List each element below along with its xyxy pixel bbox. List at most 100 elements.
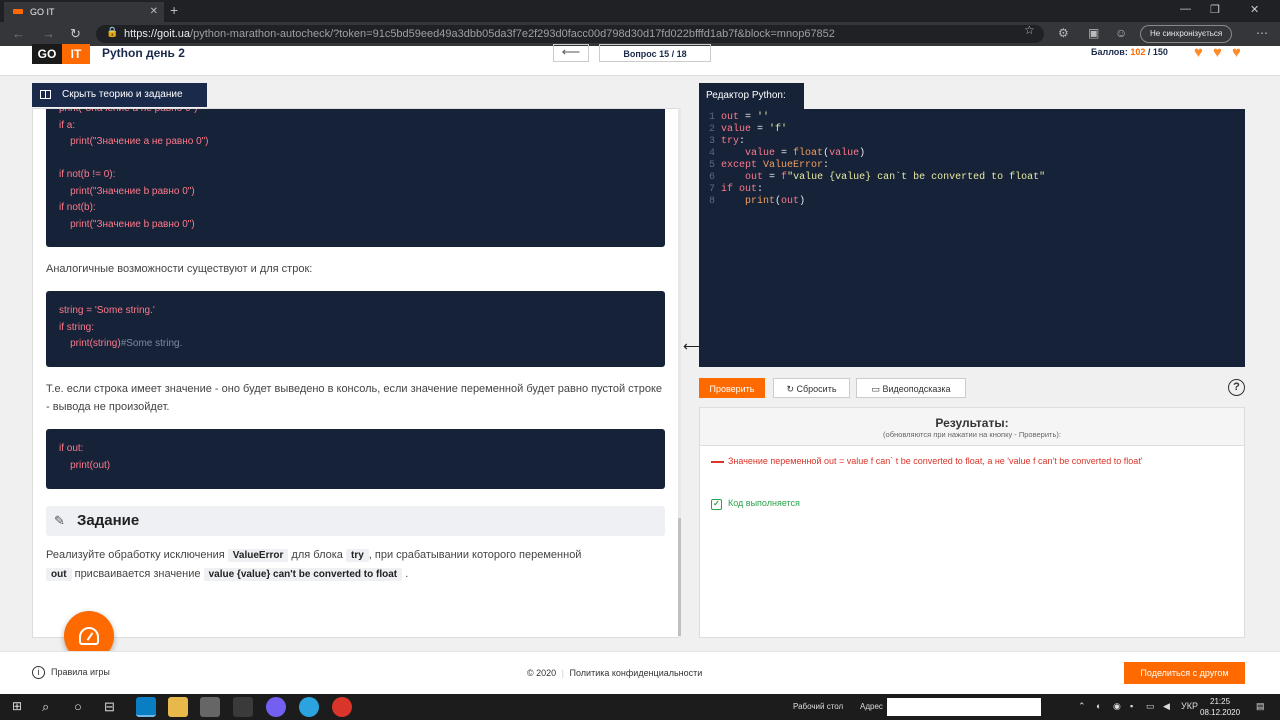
url-bar[interactable]: 🔒 https://goit.ua/python-marathon-autoch… [96, 25, 1044, 43]
score-current: 102 [1130, 47, 1146, 57]
tray-icon[interactable]: ◐ [1096, 701, 1101, 711]
browser-toolbar: ← → ↻ 🔒 https://goit.ua/python-marathon-… [0, 22, 1280, 46]
system-clock[interactable]: 21:25 08.12.2020 [1200, 696, 1240, 718]
lock-icon: 🔒 [106, 27, 119, 38]
network-icon[interactable]: ▭ [1146, 701, 1155, 712]
browser-tab[interactable]: GO IT ✕ [4, 2, 164, 22]
line-number: 1 [709, 112, 716, 123]
code-line: if not(b): [59, 202, 96, 213]
code-editor[interactable]: 1 out = '' 2 value = 'f' 3 try: 4 value = f… [699, 109, 1245, 367]
extension-icon[interactable]: ⚙ [1058, 26, 1069, 40]
video-hint-button[interactable]: ▭ Видеоподсказка [856, 378, 966, 398]
hide-theory-button[interactable]: Скрыть теорию и задание [32, 83, 207, 107]
desktop-toolbar-label: Рабочий стол [793, 702, 844, 711]
bookmark-star-icon[interactable]: ☆ [1024, 23, 1035, 37]
line-number: 3 [709, 136, 716, 147]
address-toolbar-input[interactable] [887, 698, 1041, 716]
question-counter: Вопрос 15 / 18 [599, 44, 711, 62]
chrome-app-icon[interactable] [332, 697, 352, 717]
address-toolbar-label: Адрес [860, 702, 883, 711]
volume-icon[interactable]: ◀ [1163, 701, 1170, 712]
close-tab-icon[interactable]: ✕ [150, 6, 158, 17]
code-line: if out: [59, 443, 84, 454]
url-path: /python-marathon-autocheck/?token=91c5bd… [190, 28, 835, 40]
close-window-icon[interactable]: ✕ [1250, 3, 1259, 16]
reload-icon[interactable]: ↻ [70, 26, 81, 42]
sync-status-button[interactable]: Не синхронізується [1140, 25, 1232, 43]
share-button[interactable]: Поделиться с другом [1124, 662, 1245, 684]
video-icon: ▭ [871, 384, 883, 394]
line-number: 4 [709, 148, 716, 159]
tray-icon[interactable]: ◉ [1113, 701, 1121, 712]
code-block: print("Значение а не равно 0") if a: pri… [46, 109, 665, 247]
line-number: 7 [709, 184, 716, 195]
task-text: присваивается значение [74, 568, 201, 580]
hide-theory-label: Скрыть теорию и задание [62, 89, 183, 100]
score-total: / 150 [1147, 47, 1168, 57]
taskview-grid-icon[interactable]: ⊟ [104, 699, 115, 715]
inline-code: value {value} can't be converted to floa… [203, 568, 403, 581]
reset-label: Сбросить [796, 384, 837, 394]
minimize-icon[interactable]: — [1180, 3, 1191, 15]
edge-app-icon[interactable] [136, 697, 156, 717]
game-rules-link[interactable]: i Правила игры [32, 666, 110, 679]
reset-icon: ↻ [786, 384, 797, 394]
explorer-app-icon[interactable] [168, 697, 188, 717]
site-header: GO IT Python день 2 ⟵ Вопрос 15 / 18 Бал… [0, 44, 1280, 76]
privacy-link[interactable]: Политика конфиденциальности [570, 668, 703, 678]
viber-app-icon[interactable] [266, 697, 286, 717]
help-icon[interactable]: ? [1228, 379, 1245, 396]
back-nav-icon[interactable]: ← [12, 26, 25, 41]
tray-icon[interactable]: ▪ [1130, 701, 1133, 711]
url-domain: https://goit.ua [124, 28, 191, 40]
footer-legal: © 2020 | Политика конфиденциальности [527, 668, 703, 678]
telegram-app-icon[interactable] [299, 697, 319, 717]
reset-button[interactable]: ↻ Сбросить [773, 378, 850, 398]
code-line: print(string) [59, 338, 121, 349]
task-text: Реализуйте обработку исключения [46, 549, 225, 561]
heart-icon: ♥ [1213, 44, 1222, 61]
task-view-icon[interactable]: ○ [74, 699, 82, 714]
code-line: if not(b != 0): [59, 169, 116, 180]
code-line: if string: [59, 321, 95, 333]
chevron-up-icon[interactable]: ⌃ [1078, 701, 1086, 712]
forward-nav-icon[interactable]: → [42, 26, 55, 41]
copyright: © 2020 [527, 668, 557, 678]
line-number: 6 [709, 172, 716, 183]
prev-question-button[interactable]: ⟵ [553, 44, 589, 62]
code-comment: #Some string. [120, 338, 183, 349]
language-indicator[interactable]: УКР [1181, 701, 1198, 711]
theory-panel[interactable]: print("Значение а не равно 0") if a: pri… [32, 108, 681, 638]
speedometer-icon [79, 627, 99, 645]
task-text: , при срабатывании которого переменной [368, 549, 582, 561]
site-footer: i Правила игры © 2020 | Политика конфиден… [0, 651, 1280, 694]
logo-it: IT [62, 44, 90, 64]
task-text: . [405, 568, 409, 580]
code-block: if out: print(out) [46, 429, 665, 489]
check-button[interactable]: Проверить [699, 378, 765, 398]
new-tab-icon[interactable]: + [170, 2, 178, 18]
inline-code: try [345, 549, 369, 562]
scrollbar-thumb[interactable] [678, 518, 681, 636]
profile-icon[interactable]: ☺ [1115, 26, 1127, 40]
notifications-icon[interactable]: ▤ [1256, 701, 1265, 712]
restore-icon[interactable]: ❐ [1210, 3, 1220, 16]
onedrive-app-icon[interactable] [233, 697, 253, 717]
menu-dots-icon[interactable]: ⋯ [1256, 26, 1268, 40]
results-panel: Результаты: (обновляются при нажатии на … [699, 407, 1245, 638]
results-title: Результаты: [935, 416, 1009, 430]
check-icon: ✓ [711, 499, 722, 510]
code-line: print("Значение b равно 0") [59, 185, 195, 197]
task-title: Задание [77, 512, 140, 529]
logo-go: GO [32, 44, 62, 64]
windows-start-icon[interactable]: ⊞ [12, 699, 22, 713]
line-number: 2 [709, 124, 716, 135]
code-block: string = 'Some string.' if string: print… [46, 291, 665, 367]
collections-icon[interactable]: ▣ [1088, 26, 1099, 40]
heart-icon: ♥ [1194, 44, 1203, 61]
search-icon[interactable]: ⌕ [42, 699, 49, 715]
score-label: Баллов: [1091, 47, 1128, 57]
goit-logo[interactable]: GO IT [32, 44, 90, 64]
store-app-icon[interactable] [200, 697, 220, 717]
